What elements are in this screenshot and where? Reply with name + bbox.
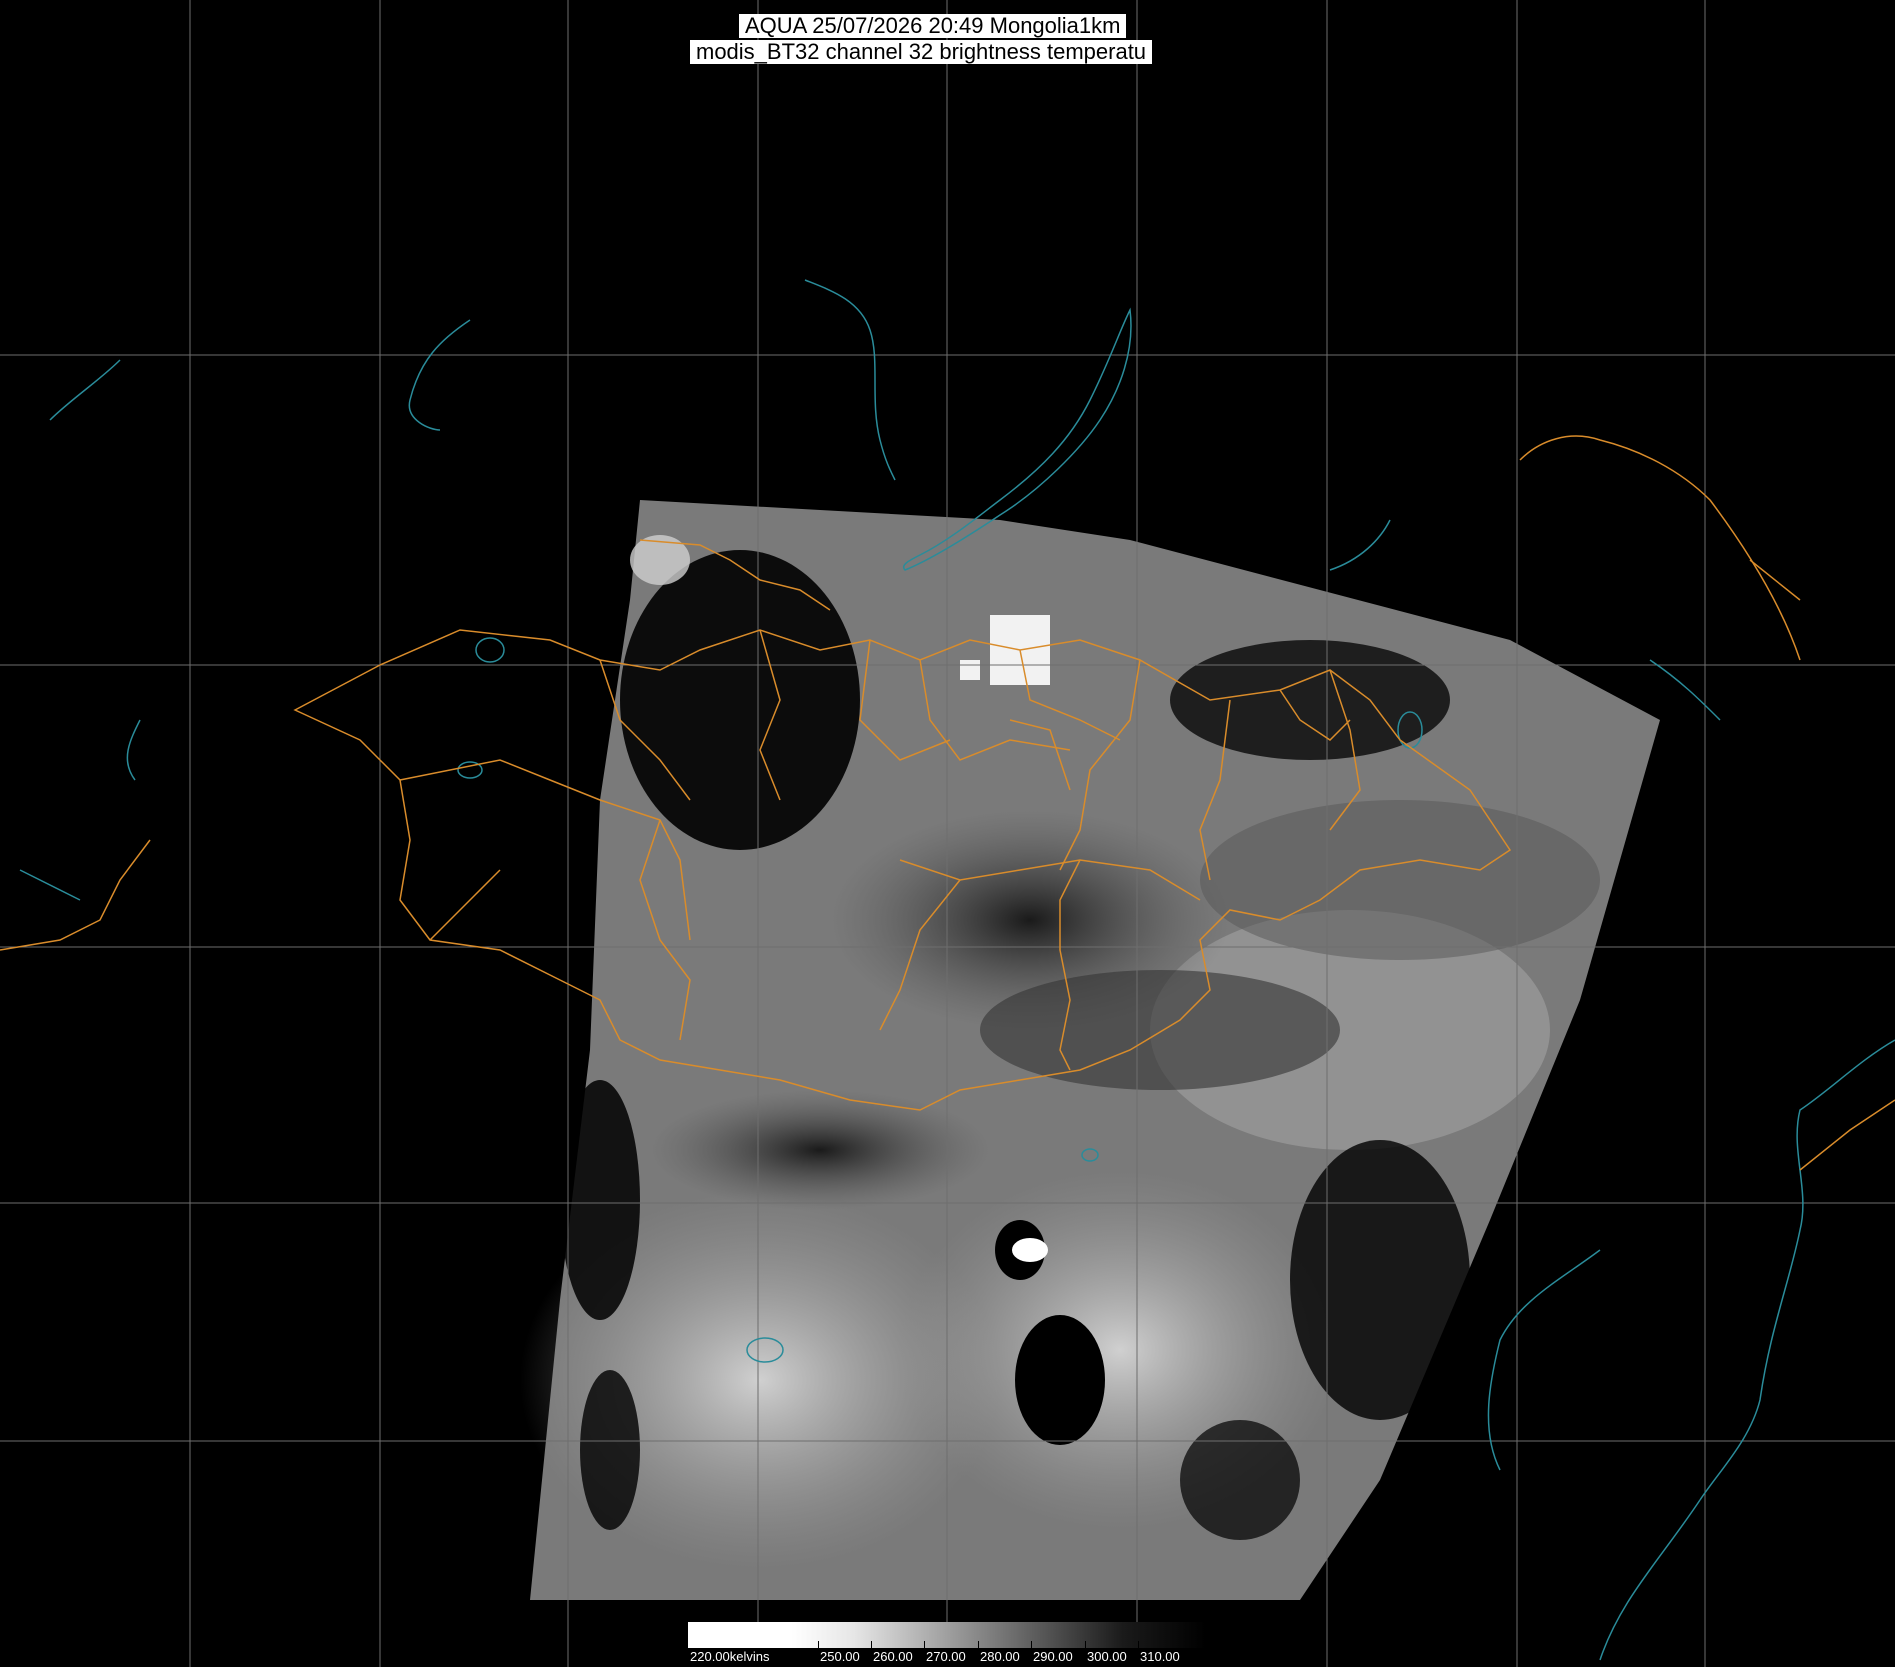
colorbar-tick [978,1641,979,1649]
colorbar-tick-label: 280.00 [980,1649,1020,1664]
colorbar-tick-label: 290.00 [1033,1649,1073,1664]
satellite-map [0,0,1895,1667]
colorbar-tick [871,1641,872,1649]
colorbar-tick [818,1641,819,1649]
colorbar-tick-label: 260.00 [873,1649,913,1664]
colorbar-tick-label: 310.00 [1140,1649,1180,1664]
colorbar-tick [1085,1641,1086,1649]
map-title-line2: modis_BT32 channel 32 brightness tempera… [690,40,1153,64]
colorbar-tick-label: 250.00 [820,1649,860,1664]
colorbar-tick [1031,1641,1032,1649]
colorbar-tick [1138,1641,1139,1649]
colorbar-gradient [688,1622,1206,1648]
colorbar: 220.00kelvins 250.00 260.00 270.00 280.0… [688,1622,1206,1667]
colorbar-tick [924,1641,925,1649]
colorbar-tick-label: 300.00 [1087,1649,1127,1664]
colorbar-unit-label: 220.00kelvins [690,1649,770,1664]
colorbar-tick-label: 270.00 [926,1649,966,1664]
map-title-line1: AQUA 25/07/2026 20:49 Mongolia1km [739,14,1127,38]
